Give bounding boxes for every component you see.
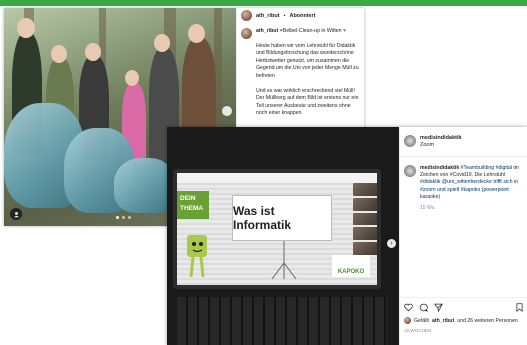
green-heart-icon: ♥ [343, 28, 347, 34]
bookmark-icon[interactable] [515, 303, 524, 312]
next-photo-button[interactable] [222, 106, 232, 116]
user-tag-icon[interactable] [10, 208, 22, 220]
caption-username[interactable]: ath_ribut [256, 28, 278, 34]
easel-stand [271, 241, 297, 279]
post-location[interactable]: Zoom [420, 142, 434, 148]
instagram-post-teambuilding: DEIN THEMA Was ist Informatik KAPOKO › m… [167, 127, 527, 345]
comment-icon[interactable] [419, 303, 428, 312]
zoom-participant-tiles [353, 183, 377, 255]
avatar[interactable] [241, 10, 252, 21]
likes-user[interactable]: ath_ribut [432, 318, 454, 324]
caption-back: ath_ribut ♥Belbel-Clean-up in Witten ♥ H… [241, 28, 363, 125]
username-back[interactable]: ath_ribut [256, 13, 280, 19]
heart-icon[interactable] [404, 303, 413, 312]
laptop-keyboard [177, 297, 387, 345]
kapoko-logo: KAPOKO [332, 255, 370, 277]
post-timestamp: 15 WOCHEN [404, 328, 432, 333]
mascot-figure [187, 235, 207, 278]
post-actions [404, 303, 524, 312]
likes-summary: Gefällt ath_ribut und 26 weiteren Person… [404, 317, 518, 324]
post-sidebar-front: medisindidaktik Zoom medisindidaktik #Te… [399, 127, 527, 345]
next-arrow-icon[interactable]: › [387, 239, 396, 248]
avatar[interactable] [404, 317, 411, 324]
laptop-screen: DEIN THEMA Was ist Informatik KAPOKO [173, 169, 381, 289]
likes-count[interactable]: und 26 weiteren Personen [457, 318, 518, 324]
caption-username[interactable]: medisindidaktik [420, 165, 459, 171]
post-age: 15 Wo. [420, 205, 436, 212]
username-front[interactable]: medisindidaktik [420, 135, 462, 142]
follow-status[interactable]: Abonniert [289, 13, 315, 19]
caption-paragraph: Heute haben wir vom Lehrstuhl für Didakt… [256, 42, 359, 79]
avatar[interactable] [241, 28, 252, 39]
presentation-slide: DEIN THEMA Was ist Informatik KAPOKO [177, 173, 377, 285]
slide-title: Was ist Informatik [232, 195, 332, 241]
carousel-dots [116, 216, 131, 219]
avatar[interactable] [404, 135, 416, 147]
caption-hashtags[interactable]: #Teambuilding #digital [461, 165, 512, 171]
avatar[interactable] [404, 165, 416, 177]
caption-tail[interactable]: #didaktik @uni_wittenherdecke trifft sic… [420, 179, 518, 199]
dein-thema-badge: DEIN THEMA [177, 191, 209, 219]
post-header-front: medisindidaktik Zoom [404, 135, 462, 149]
caption-front: medisindidaktik #Teambuilding #digital i… [404, 165, 526, 212]
kapoko-zoom-photo[interactable]: DEIN THEMA Was ist Informatik KAPOKO › [167, 127, 399, 345]
post-header-back: ath_ribut • Abonniert [241, 10, 315, 21]
top-accent-bar [0, 0, 527, 6]
share-icon[interactable] [434, 303, 443, 312]
caption-paragraph: Und es war wirklich erschreckend viel Mü… [256, 87, 359, 117]
